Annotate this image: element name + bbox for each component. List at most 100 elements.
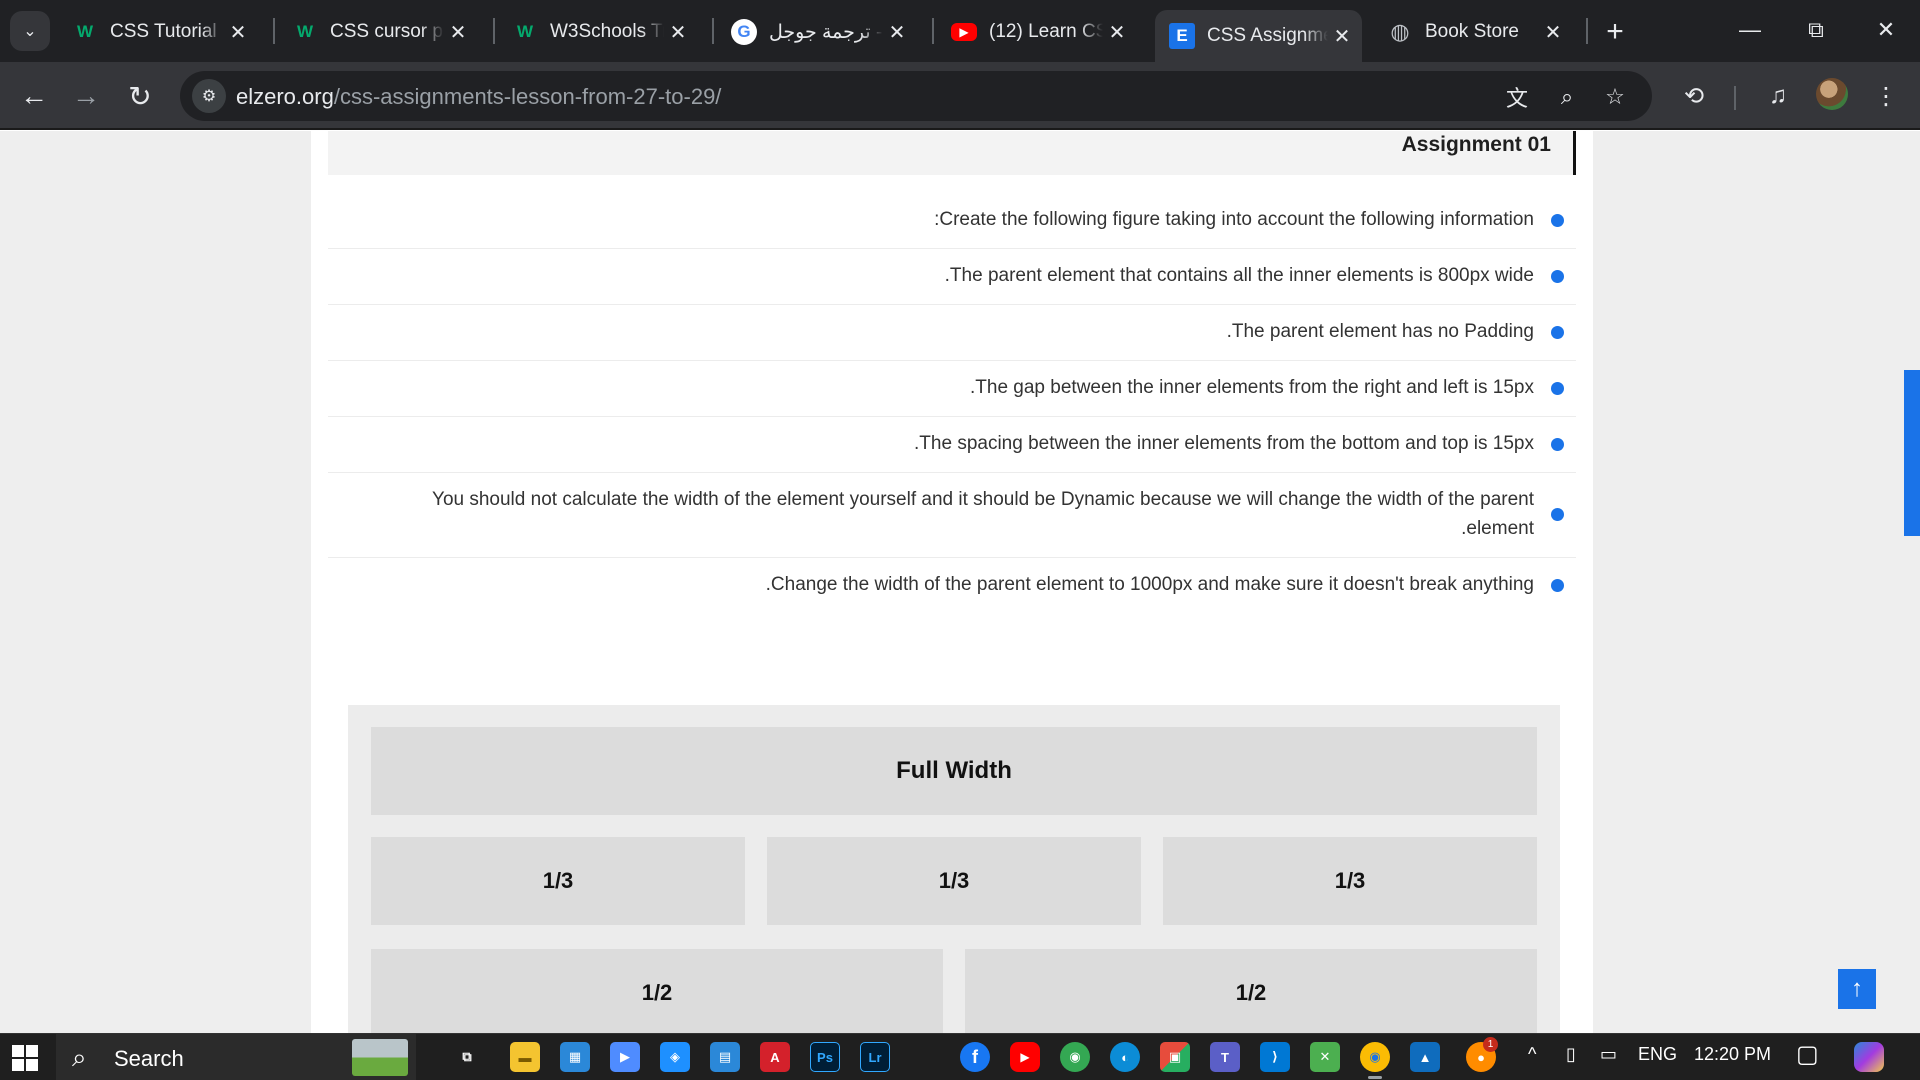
teams-icon[interactable]: T [1210,1042,1240,1072]
tab-title: CSS Assignments [1207,25,1328,46]
copilot-icon[interactable]: ▶ [610,1042,640,1072]
back-button[interactable]: ← [12,74,56,118]
tab-title: ترجمة جوجل - [769,21,883,43]
chrome-icon[interactable]: ◉ [1060,1042,1090,1072]
requirement-text: You should not calculate the width of th… [432,489,1534,539]
list-item: .The parent element that contains all th… [328,249,1576,305]
toolbar-divider [1734,86,1736,110]
close-icon[interactable]: ✕ [1328,22,1356,50]
file-explorer-icon[interactable]: ▬ [510,1042,540,1072]
store-icon[interactable]: ▦ [560,1042,590,1072]
copilot-pre-icon[interactable] [1854,1042,1884,1072]
tab-separator [493,18,495,44]
app-blue-icon[interactable]: ◈ [660,1042,690,1072]
search-highlight-image [352,1039,408,1076]
bookmark-button[interactable]: ☆ [1598,80,1632,114]
reload-icon: ↻ [128,80,152,112]
youtube-icon: ▶ [951,23,977,41]
list-item: .The gap between the inner elements from… [328,361,1576,417]
w3schools-icon: W [76,22,94,41]
language-indicator[interactable]: ENG [1638,1044,1677,1065]
tab-google-translate[interactable]: G ترجمة جوجل - ✕ [717,10,917,54]
reload-button[interactable]: ↻ [118,74,162,118]
media-controls-button[interactable]: ♫ [1758,76,1798,116]
bullet-icon [1551,508,1564,521]
restore-button[interactable]: ⧉ [1786,8,1846,52]
lightroom-icon[interactable]: Lr [860,1042,890,1072]
minimize-button[interactable]: — [1720,8,1780,52]
bullet-icon [1551,437,1564,451]
tab-css-cursor[interactable]: W CSS cursor property ✕ [278,10,478,54]
search-label: Search [114,1046,184,1071]
site-info-button[interactable]: ⚙ [192,79,226,113]
tab-title: W3Schools Tryit Editor [550,21,664,42]
minimize-icon: — [1739,17,1761,42]
office-icon[interactable]: ▣ [1160,1042,1190,1072]
requirement-text: .The parent element has no Padding [1226,321,1534,342]
browser-menu-button[interactable]: ⋮ [1866,76,1906,116]
close-icon[interactable]: ✕ [1539,18,1567,46]
translate-button[interactable]: 文 [1500,80,1534,114]
w3schools-icon: W [296,22,314,41]
clock[interactable]: 12:20 PM [1694,1044,1771,1065]
show-hidden-icons-button[interactable]: ^ [1528,1044,1536,1065]
bullet-icon [1551,325,1564,339]
arrow-up-icon: ↑ [1851,975,1863,1002]
task-view-icon[interactable]: ⧉ [452,1042,482,1072]
tab-css-assignments[interactable]: E CSS Assignments ✕ [1155,10,1362,62]
taskbar-search[interactable]: ⌕ Search [56,1034,416,1080]
tab-tryit-editor[interactable]: W W3Schools Tryit Editor ✕ [498,10,698,54]
windows-taskbar: ⌕ Search ⧉ ▬ ▦ ▶ ◈ ▤ A Ps Lr f ▶ ◉ ◐ ▣ T… [0,1033,1920,1080]
star-icon: ☆ [1605,84,1625,109]
edge-icon[interactable]: ◐ [1110,1042,1140,1072]
google-icon: G [731,19,757,45]
close-icon[interactable]: ✕ [224,18,252,46]
scroll-to-top-button[interactable]: ↑ [1838,969,1876,1009]
close-icon[interactable]: ✕ [1103,18,1131,46]
notification-center-button[interactable]: ▢ [1796,1040,1819,1069]
tab-search-button[interactable]: ⌄ [10,11,50,51]
search-icon: ⌕ [72,1042,87,1072]
history-button[interactable]: ⟲ [1674,76,1714,116]
bullet-icon [1551,381,1564,395]
close-icon[interactable]: ✕ [444,18,472,46]
vscode-icon[interactable]: ⟩ [1260,1042,1290,1072]
facebook-icon[interactable]: f [960,1042,990,1072]
requirement-text: .Change the width of the parent element … [765,574,1534,595]
windows-logo-icon [26,1059,38,1071]
box-label: 1/3 [938,868,970,893]
battery-icon[interactable]: ▭ [1600,1044,1617,1065]
url-text[interactable]: elzero.org/css-assignments-lesson-from-2… [236,84,721,110]
acrobat-icon[interactable]: A [760,1042,790,1072]
tab-css-tutorial[interactable]: W CSS Tutorial ✕ [58,10,258,54]
windows-start-button[interactable] [12,1045,38,1071]
tab-book-store[interactable]: ◍ Book Store ✕ [1373,10,1573,54]
youtube-icon[interactable]: ▶ [1010,1042,1040,1072]
app-green-icon[interactable]: ✕ [1310,1042,1340,1072]
tab-strip: ⌄ W CSS Tutorial ✕ W CSS cursor property… [0,0,1920,62]
device-icon[interactable]: ▯ [1566,1044,1576,1065]
calculator-icon[interactable]: ▤ [710,1042,740,1072]
arrow-right-icon: → [72,80,100,111]
address-bar[interactable]: ⚙ elzero.org/css-assignments-lesson-from… [180,71,1652,121]
zoom-button[interactable]: ⌕ [1550,80,1584,114]
tab-youtube[interactable]: ▶ (12) Learn CSS ✕ [937,10,1137,54]
photoshop-icon[interactable]: Ps [810,1042,840,1072]
half-box: 1/2 [965,949,1537,1033]
browser-toolbar: ← → ↻ ⚙ elzero.org/css-assignments-lesso… [0,62,1920,130]
profile-avatar[interactable] [1816,78,1848,110]
close-icon[interactable]: ✕ [883,18,911,46]
third-box: 1/3 [371,837,745,925]
requirement-text: .The gap between the inner elements from… [970,377,1534,398]
layout-demo-parent: Full Width 1/3 1/3 1/3 1/2 1/2 [348,705,1560,1033]
close-window-button[interactable]: ✕ [1856,8,1916,52]
forward-button[interactable]: → [64,74,108,118]
tune-icon: ⚙ [201,88,217,105]
new-tab-button[interactable]: + [1597,14,1633,50]
photos-icon[interactable]: ▲ [1410,1042,1440,1072]
assignment-header: Assignment 01 [328,131,1576,175]
list-item: .The spacing between the inner elements … [328,417,1576,473]
chrome-active-icon[interactable]: ◉ [1360,1042,1390,1079]
close-icon[interactable]: ✕ [664,18,692,46]
scrollbar-thumb[interactable] [1904,370,1920,536]
